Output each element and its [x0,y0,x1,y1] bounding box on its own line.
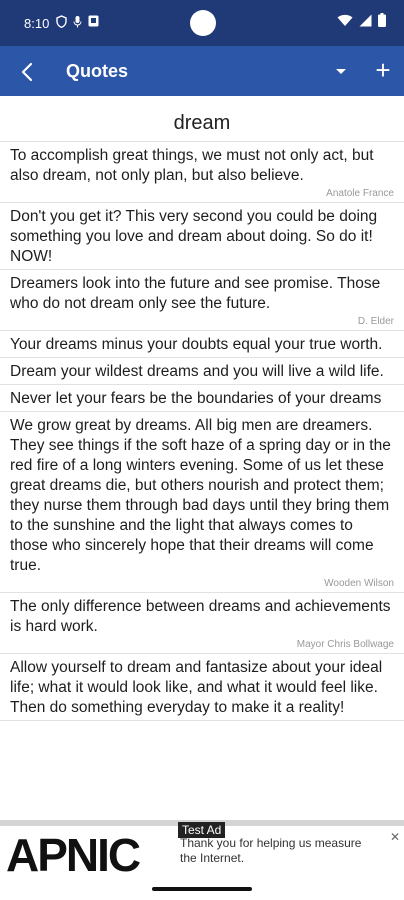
back-arrow-icon [21,62,33,82]
caret-down-icon [336,69,346,74]
quote-item[interactable]: Never let your fears be the boundaries o… [0,385,404,412]
quote-item[interactable]: Dreamers look into the future and see pr… [0,270,404,331]
ad-banner[interactable]: APNIC Test Ad Thank you for helping us m… [0,820,404,881]
quote-text: To accomplish great things, we must not … [10,147,374,184]
notification-icon [88,15,99,27]
add-button[interactable]: + [370,56,396,86]
quote-item[interactable]: Dream your wildest dreams and you will l… [0,358,404,385]
quote-list[interactable]: dream To accomplish great things, we mus… [0,96,404,820]
quote-item[interactable]: Don't you get it? This very second you c… [0,203,404,270]
ad-close-icon[interactable]: ✕ [390,830,400,844]
quote-author: D. Elder [357,316,394,327]
quote-item[interactable]: We grow great by dreams. All big men are… [0,412,404,593]
navigation-bar [0,876,404,900]
quote-text: Your dreams minus your doubts equal your… [10,336,383,353]
quote-item[interactable]: Allow yourself to dream and fantasize ab… [0,654,404,721]
quote-text: Allow yourself to dream and fantasize ab… [10,659,383,716]
signal-icon [359,14,372,26]
wifi-icon [337,14,353,26]
status-time: 8:10 [24,16,50,31]
app-bar: Quotes + [0,46,404,96]
back-button[interactable] [14,58,42,86]
ad-text: Thank you for helping us measure the Int… [180,836,362,865]
quote-text: We grow great by dreams. All big men are… [10,417,391,574]
shield-icon [56,15,67,28]
quote-text: Dream your wildest dreams and you will l… [10,363,384,380]
status-bar: 8:10 [0,0,404,46]
quote-author: Wooden Wilson [324,578,394,589]
quote-author: Mayor Chris Bollwage [296,639,394,650]
mic-icon [73,16,82,28]
quote-item[interactable]: Your dreams minus your doubts equal your… [0,331,404,358]
dropdown-button[interactable] [328,58,354,84]
quote-item[interactable]: To accomplish great things, we must not … [0,142,404,203]
quote-text: Don't you get it? This very second you c… [10,208,378,265]
quote-text: Dreamers look into the future and see pr… [10,275,381,312]
camera-cutout [190,10,216,36]
home-gesture-handle[interactable] [152,887,252,891]
quote-text: The only difference between dreams and a… [10,598,391,635]
app-title: Quotes [66,61,129,81]
topic-title: dream [0,96,404,142]
battery-icon [378,13,386,27]
quote-item[interactable]: The only difference between dreams and a… [0,593,404,654]
ad-logo: APNIC [6,829,141,881]
quote-text: Never let your fears be the boundaries o… [10,390,382,407]
quote-author: Anatole France [326,188,394,199]
